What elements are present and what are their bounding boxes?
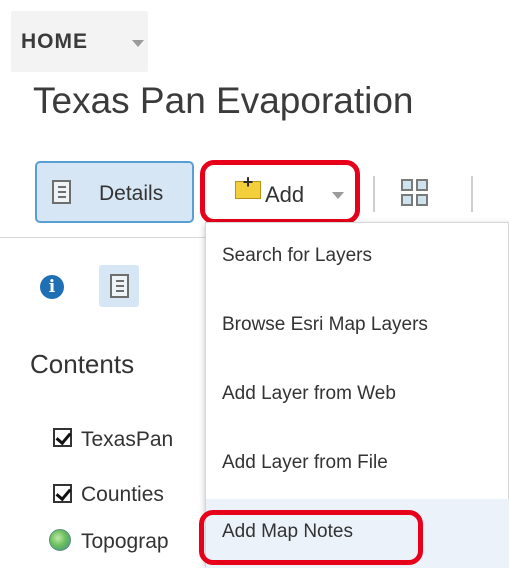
menu-item-add-layer-from-web[interactable]: Add Layer from Web [206,361,509,430]
layer-label-counties: Counties [81,483,164,506]
menu-item-label: Add Layer from File [222,452,388,473]
chevron-down-icon [132,40,144,47]
add-button-highlight [200,160,360,224]
info-icon[interactable]: i [40,275,64,299]
menu-item-search-for-layers[interactable]: Search for Layers [206,223,509,292]
page-title: Texas Pan Evaporation [33,80,414,121]
details-button[interactable]: Details [35,161,194,223]
menu-item-label: Browse Esri Map Layers [222,314,428,335]
globe-icon [49,529,71,551]
home-label: HOME [21,30,88,53]
add-map-notes-highlight [199,510,423,565]
menu-item-label: Add Layer from Web [222,383,396,404]
toolbar-separator [373,176,375,212]
basemap-gallery-icon[interactable] [401,179,429,207]
layer-checkbox-texaspan[interactable] [53,428,72,447]
menu-item-add-layer-from-file[interactable]: Add Layer from File [206,430,509,499]
layer-label-topographic: Topograp [81,530,169,553]
legend-button[interactable] [99,265,139,307]
layer-label-texaspan: TexasPan [81,428,174,451]
layer-checkbox-counties[interactable] [53,484,72,503]
home-breadcrumb[interactable]: HOME [11,11,148,72]
menu-item-browse-esri-map-layers[interactable]: Browse Esri Map Layers [206,292,509,361]
details-label: Details [99,182,164,205]
details-icon [52,180,71,204]
contents-heading: Contents [30,349,135,379]
menu-item-label: Search for Layers [222,245,372,266]
toolbar-separator [471,176,473,212]
legend-icon [110,274,129,298]
